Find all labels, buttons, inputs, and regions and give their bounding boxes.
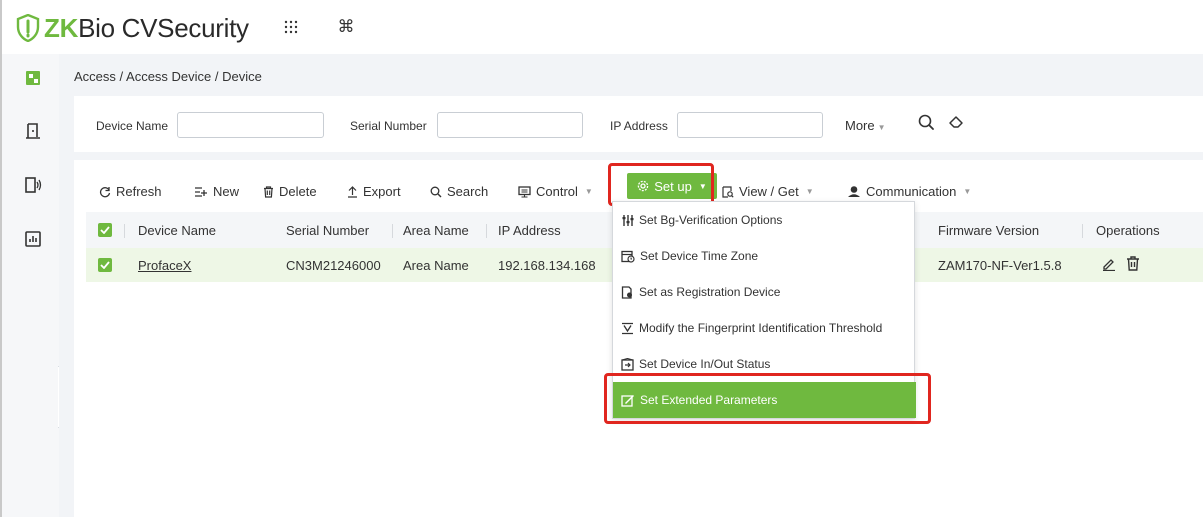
left-sidebar xyxy=(2,54,59,517)
new-button[interactable]: New xyxy=(194,184,239,199)
checkmark-icon xyxy=(100,226,110,234)
delete-button[interactable]: Delete xyxy=(263,184,317,199)
report-chart-icon[interactable] xyxy=(24,230,42,248)
communication-menu-button[interactable]: Communication ▼ xyxy=(847,184,971,199)
serial-number-cell: CN3M21246000 xyxy=(286,258,381,273)
clear-eraser-icon[interactable] xyxy=(945,111,967,133)
refresh-button[interactable]: Refresh xyxy=(99,184,162,199)
ip-address-input[interactable] xyxy=(677,112,823,138)
caret-down-icon: ▼ xyxy=(584,187,593,196)
device-name-link[interactable]: ProfaceX xyxy=(138,258,191,273)
app-logo[interactable]: ZKBio CVSecurity xyxy=(16,13,249,43)
ip-address-label: IP Address xyxy=(610,119,668,133)
delete-label: Delete xyxy=(279,184,317,199)
select-all-checkbox[interactable] xyxy=(98,223,112,237)
device-name-label: Device Name xyxy=(96,119,169,133)
caret-down-icon: ▼ xyxy=(805,187,814,196)
logo-brand-text: ZK xyxy=(44,12,79,43)
menu-item-set-time-zone[interactable]: Set Device Time Zone xyxy=(613,238,916,274)
highlight-box-extended-parameters xyxy=(604,373,931,424)
more-filters-toggle[interactable]: More ▼ xyxy=(845,118,886,133)
row-checkbox[interactable] xyxy=(98,258,112,272)
shield-logo-icon xyxy=(16,14,40,42)
in-out-door-icon xyxy=(621,357,634,371)
export-label: Export xyxy=(363,184,401,199)
top-header: ZKBio CVSecurity ⌘ xyxy=(2,0,1203,54)
new-label: New xyxy=(213,184,240,199)
breadcrumb: Access / Access Device / Device xyxy=(74,69,262,84)
door-device-icon[interactable] xyxy=(24,176,42,194)
area-name-cell: Area Name xyxy=(403,258,469,273)
monitor-icon xyxy=(518,185,531,198)
ip-address-cell: 192.168.134.168 xyxy=(498,258,596,273)
menu-item-set-registration-device[interactable]: Set as Registration Device xyxy=(613,274,916,310)
calendar-clock-icon xyxy=(621,250,635,263)
column-header-operations: Operations xyxy=(1096,223,1160,238)
communication-label: Communication xyxy=(866,184,957,199)
menu-item-label: Set Device In/Out Status xyxy=(639,357,771,371)
serial-number-input[interactable] xyxy=(437,112,583,138)
menu-item-set-bg-verification[interactable]: Set Bg-Verification Options xyxy=(613,202,916,238)
caret-down-icon: ▼ xyxy=(877,123,886,132)
column-separator xyxy=(1082,224,1083,238)
menu-item-label: Set as Registration Device xyxy=(639,285,781,299)
sliders-icon xyxy=(622,214,634,226)
menu-item-label: Set Device Time Zone xyxy=(640,249,759,263)
search-button[interactable]: Search xyxy=(430,184,488,199)
checkmark-icon xyxy=(100,261,110,269)
column-separator xyxy=(486,224,487,238)
column-header-area-name[interactable]: Area Name xyxy=(403,223,469,238)
menu-item-label: Modify the Fingerprint Identification Th… xyxy=(639,321,883,335)
menu-item-label: Set Bg-Verification Options xyxy=(639,213,783,227)
column-header-device-name[interactable]: Device Name xyxy=(138,223,216,238)
search-toolbar-icon xyxy=(430,186,442,197)
search-icon[interactable] xyxy=(915,111,937,133)
edit-pencil-icon[interactable] xyxy=(1102,257,1116,271)
device-name-input[interactable] xyxy=(177,112,324,138)
control-label: Control xyxy=(536,184,578,199)
control-menu-button[interactable]: Control ▼ xyxy=(518,184,593,199)
menu-item-modify-fingerprint-threshold[interactable]: Modify the Fingerprint Identification Th… xyxy=(613,310,916,346)
column-separator xyxy=(124,224,125,238)
highlight-box-setup xyxy=(608,163,714,206)
access-door-icon[interactable] xyxy=(24,122,42,140)
export-button[interactable]: Export xyxy=(347,184,401,199)
column-separator xyxy=(392,224,393,238)
refresh-label: Refresh xyxy=(116,184,162,199)
trash-icon[interactable] xyxy=(1126,256,1140,271)
command-icon[interactable]: ⌘ xyxy=(335,16,357,38)
column-header-ip-address[interactable]: IP Address xyxy=(498,223,561,238)
trash-icon xyxy=(264,185,273,198)
personnel-icon[interactable] xyxy=(24,69,42,87)
logo-product-text: Bio CVSecurity xyxy=(78,12,249,43)
serial-number-label: Serial Number xyxy=(350,119,427,133)
view-get-menu-button[interactable]: View / Get ▼ xyxy=(722,184,814,199)
view-document-icon xyxy=(722,185,734,198)
view-get-label: View / Get xyxy=(739,184,799,199)
column-header-serial-number[interactable]: Serial Number xyxy=(286,223,369,238)
threshold-icon xyxy=(622,322,633,334)
add-list-icon xyxy=(195,186,207,197)
column-header-firmware-version[interactable]: Firmware Version xyxy=(938,223,1039,238)
refresh-icon xyxy=(99,186,111,197)
more-label: More xyxy=(845,118,875,133)
user-communication-icon xyxy=(848,186,860,197)
caret-down-icon: ▼ xyxy=(963,187,972,196)
firmware-version-cell: ZAM170-NF-Ver1.5.8 xyxy=(938,258,1062,273)
search-panel: Device Name Serial Number IP Address Mor… xyxy=(74,96,1203,152)
export-icon xyxy=(348,185,357,198)
grid-dots-icon[interactable] xyxy=(280,16,302,38)
registration-document-icon xyxy=(621,285,632,299)
search-label: Search xyxy=(447,184,489,199)
